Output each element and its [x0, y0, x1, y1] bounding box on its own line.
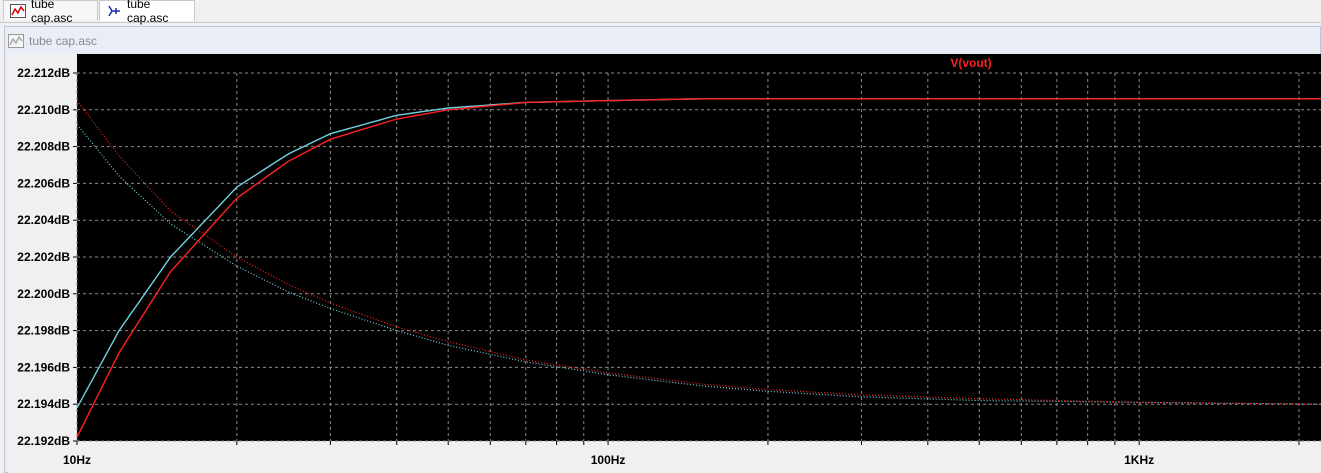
waveform-chart[interactable]: 22.212dB 22.210dB 22.208dB 22.206dB 22.204dB…: [8, 54, 1321, 473]
y-tick-label: 22.198dB: [17, 324, 70, 338]
y-tick-label: 22.212dB: [17, 66, 70, 80]
window-title: tube cap.asc: [8, 30, 97, 52]
y-tick-label: 22.210dB: [17, 103, 70, 117]
x-tick-label: 10Hz: [63, 453, 91, 467]
x-tick-label: 1KHz: [1124, 453, 1154, 467]
window-title-text: tube cap.asc: [29, 34, 98, 48]
tab-label: tube cap.asc: [31, 0, 73, 25]
y-tick-label: 22.192dB: [17, 434, 70, 448]
waveform-icon: [10, 3, 26, 18]
y-tick-label: 22.204dB: [17, 213, 70, 227]
x-tick-label: 100Hz: [591, 453, 626, 467]
tab-bar: tube cap.asc tube cap.asc: [0, 0, 1321, 25]
schematic-icon: [106, 4, 122, 18]
y-tick-label: 22.202dB: [17, 250, 70, 264]
y-tick-label: 22.194dB: [17, 397, 70, 411]
waveform-icon: [8, 34, 24, 48]
y-tick-label: 22.206dB: [17, 176, 70, 190]
y-tick-label: 22.200dB: [17, 287, 70, 301]
y-tick-label: 22.196dB: [17, 360, 70, 374]
y-tick-label: 22.208dB: [17, 140, 70, 154]
plot-area: [77, 54, 1321, 441]
tab-label: tube cap.asc: [127, 0, 169, 25]
legend-label[interactable]: V(vout): [950, 56, 991, 70]
tab-schematic[interactable]: tube cap.asc: [99, 0, 195, 25]
tab-waveform[interactable]: tube cap.asc: [3, 0, 98, 25]
